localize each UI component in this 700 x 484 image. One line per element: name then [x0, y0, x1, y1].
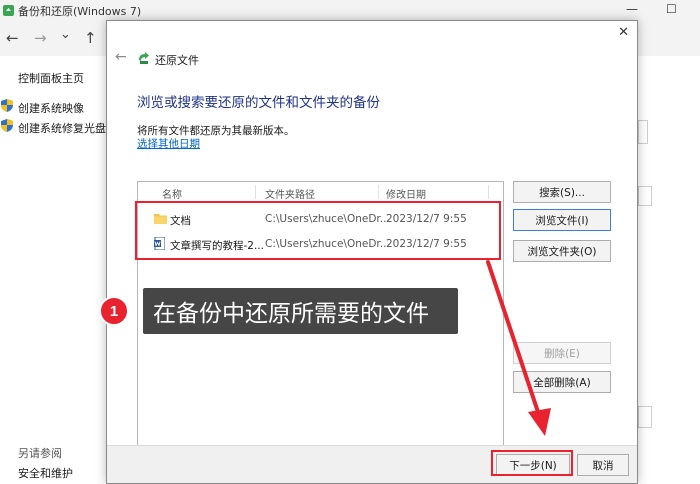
window-title: 备份和还原(Windows 7) [18, 5, 142, 18]
back-arrow-icon[interactable]: ← [115, 49, 127, 65]
annotation-label: 在备份中还原所需要的文件 [143, 288, 458, 334]
remove-all-button[interactable]: 全部删除(A) [513, 371, 611, 393]
highlight-file-rows [135, 201, 501, 260]
minimize-button[interactable]: — [626, 2, 638, 16]
column-name[interactable]: 名称 [162, 186, 182, 201]
background-control [638, 120, 648, 144]
back-arrow-icon[interactable]: ← [6, 29, 19, 47]
shield-icon [1, 119, 13, 132]
column-folder-path[interactable]: 文件夹路径 [265, 186, 315, 201]
restore-icon [139, 52, 149, 64]
see-also-security-maintenance[interactable]: 安全和维护 [18, 465, 73, 481]
browse-folders-button[interactable]: 浏览文件夹(O) [513, 240, 611, 262]
highlight-next-button [491, 450, 573, 476]
browse-files-button[interactable]: 浏览文件(I) [513, 209, 611, 231]
sidebar-item-create-system-image[interactable]: 创建系统映像 [18, 100, 84, 116]
choose-other-date-link[interactable]: 选择其他日期 [137, 136, 200, 151]
column-modified-date[interactable]: 修改日期 [386, 186, 426, 201]
sidebar-control-panel-home[interactable]: 控制面板主页 [18, 70, 84, 86]
annotation-step-number: 1 [99, 296, 129, 326]
file-list-header: 名称 文件夹路径 修改日期 [138, 182, 503, 202]
up-arrow-icon[interactable]: ↑ [84, 29, 97, 47]
cancel-button[interactable]: 取消 [577, 454, 629, 476]
dialog-caption: 还原文件 [155, 54, 199, 67]
shield-icon [1, 99, 13, 112]
remove-button[interactable]: 删除(E) [513, 342, 611, 364]
column-separator[interactable] [255, 185, 256, 199]
column-separator[interactable] [488, 185, 489, 199]
backup-app-icon [3, 5, 14, 16]
search-button[interactable]: 搜索(S)... [513, 181, 611, 203]
sidebar-item-create-repair-disc[interactable]: 创建系统修复光盘 [18, 120, 106, 136]
recent-locations-dropdown-icon[interactable]: ⌄ [60, 27, 71, 42]
close-icon[interactable]: ✕ [618, 25, 629, 40]
maximize-button[interactable]: ☐ [666, 2, 677, 16]
background-control [638, 406, 652, 428]
column-separator[interactable] [378, 185, 379, 199]
background-control [638, 186, 652, 206]
see-also-heading: 另请参阅 [18, 447, 62, 460]
dialog-heading: 浏览或搜索要还原的文件和文件夹的备份 [137, 95, 380, 111]
forward-arrow-icon[interactable]: → [34, 29, 47, 47]
